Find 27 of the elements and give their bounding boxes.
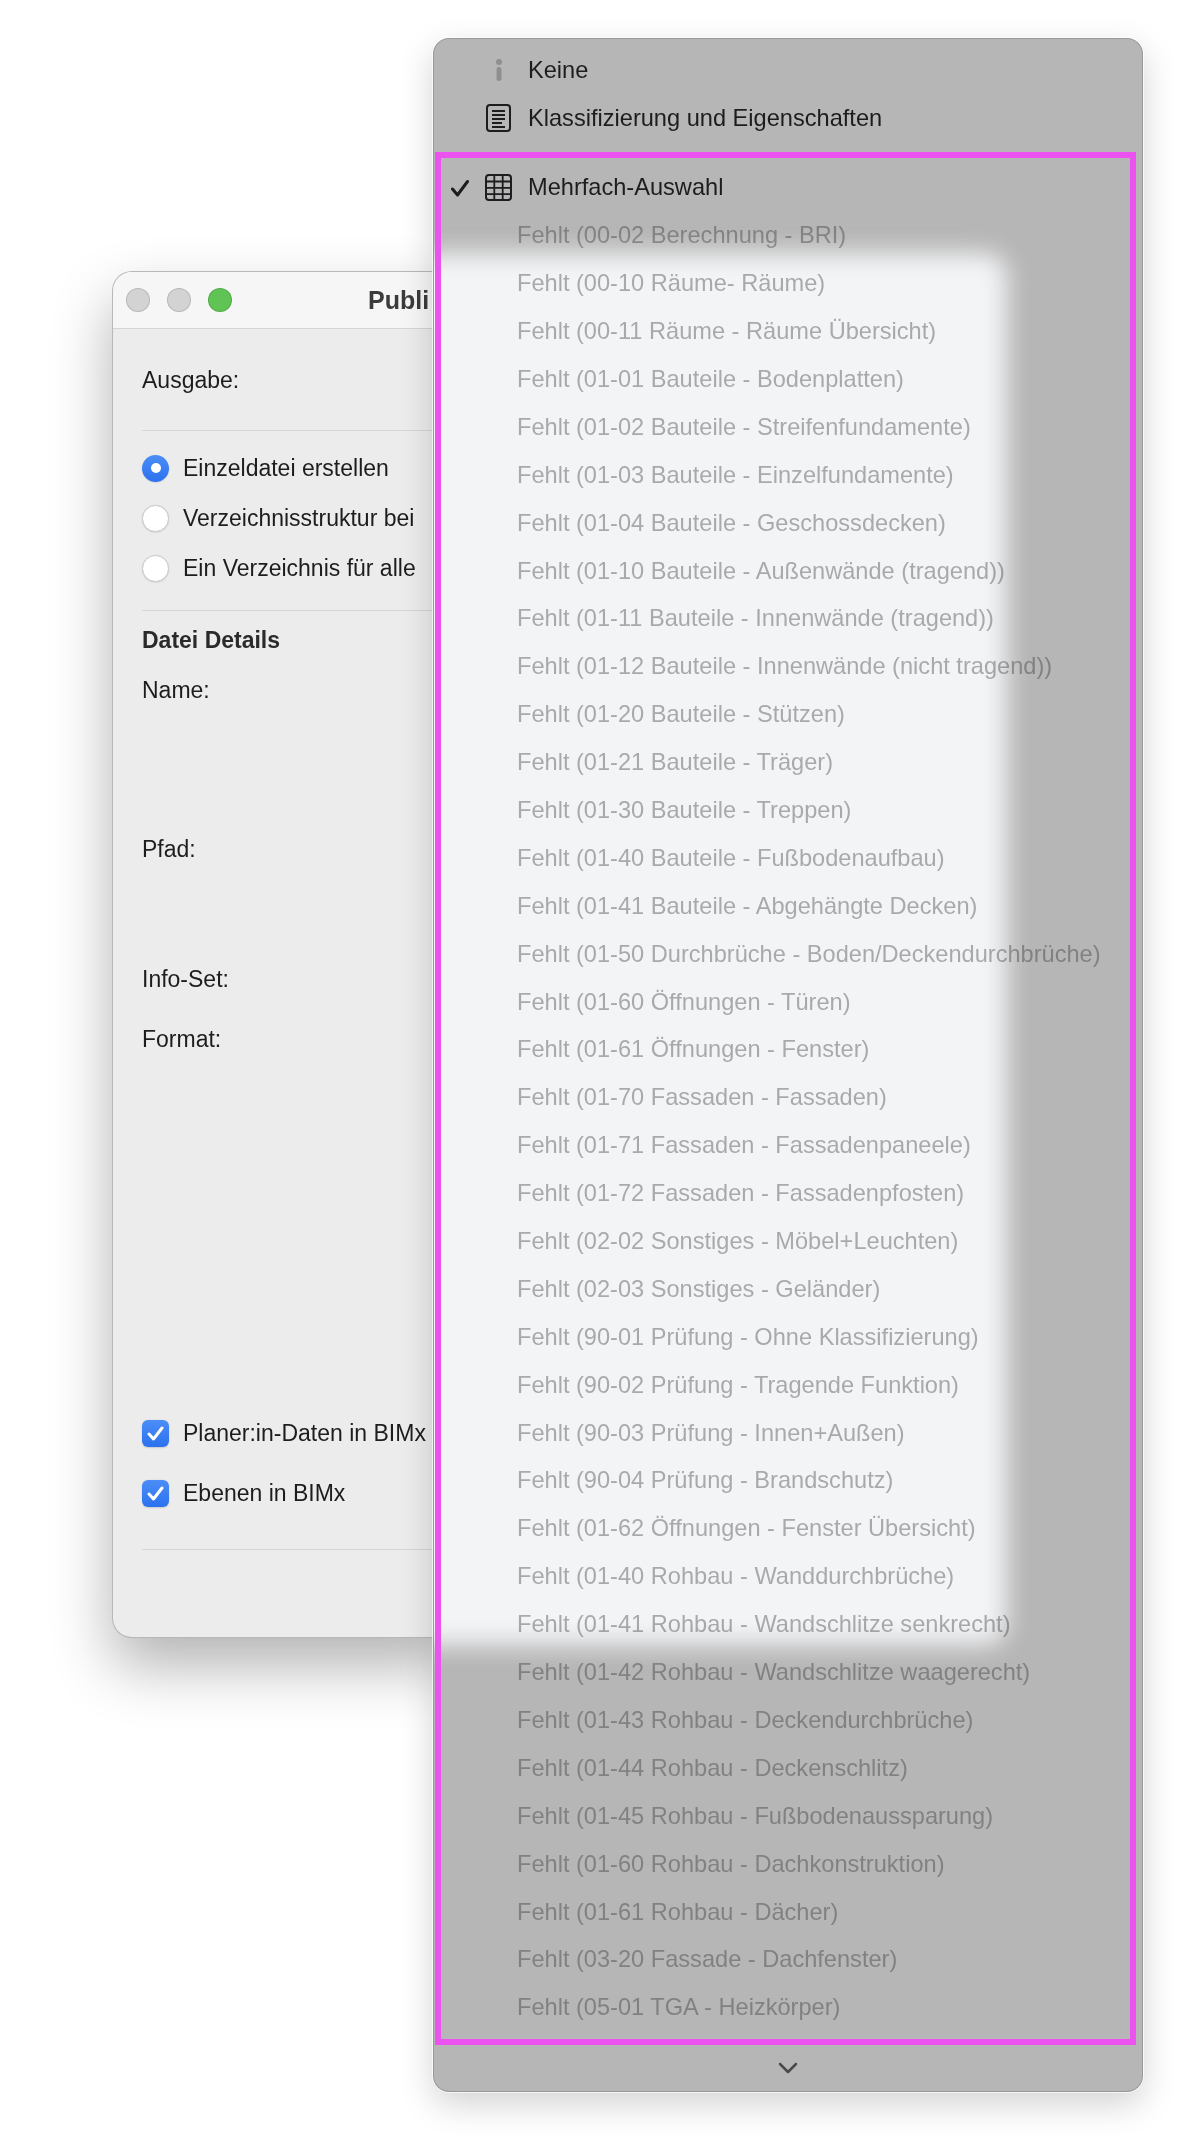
field-label: Ausgabe:: [142, 366, 240, 395]
checkbox[interactable]: [142, 1419, 169, 1447]
radio-button[interactable]: [142, 504, 169, 532]
radio-label[interactable]: Ein Verzeichnis für alle: [183, 554, 416, 582]
menu-item[interactable]: Mehrfach-Auswahl: [528, 174, 724, 202]
checkmark-icon: [147, 1425, 164, 1441]
radio-label[interactable]: Verzeichnisstruktur bei: [183, 504, 415, 532]
info-icon: [494, 59, 503, 81]
document-icon: [486, 104, 511, 132]
checkmark-icon: [147, 1485, 164, 1501]
window-title: Publi: [368, 285, 430, 315]
menu-item[interactable]: Keine: [528, 56, 589, 84]
radio-label[interactable]: Einzeldatei erstellen: [183, 454, 389, 482]
checkbox[interactable]: [142, 1479, 169, 1507]
field-label: Pfad:: [142, 835, 196, 864]
radio-button[interactable]: [142, 554, 169, 582]
field-label: Name:: [142, 676, 210, 705]
chevron-down-icon[interactable]: [778, 2061, 798, 2074]
field-label: Info-Set:: [142, 965, 229, 994]
menu-item[interactable]: Klassifizierung und Eigenschaften: [528, 104, 883, 132]
grid-icon: [485, 174, 512, 202]
field-label: Format:: [142, 1025, 222, 1054]
section-heading: Datei Details: [142, 626, 281, 655]
zoom-button[interactable]: [208, 288, 232, 312]
checkbox-label[interactable]: Planer:in-Daten in BIMx: [183, 1419, 426, 1447]
checkbox-label[interactable]: Ebenen in BIMx: [183, 1479, 346, 1507]
radio-button[interactable]: [142, 454, 169, 482]
